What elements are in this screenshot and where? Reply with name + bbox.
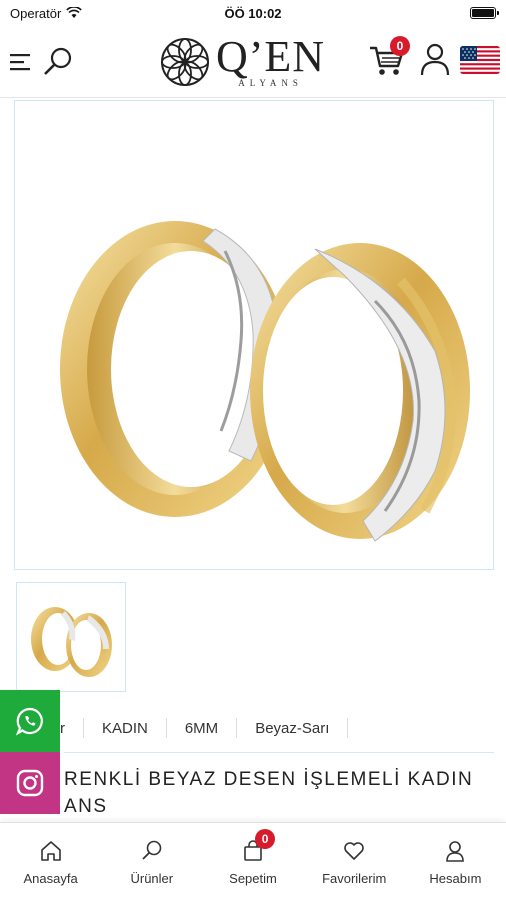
status-time: ÖÖ 10:02 bbox=[224, 5, 282, 21]
tab-cart[interactable]: Sepetim 0 bbox=[202, 823, 303, 900]
tab-favorites[interactable]: Favorilerim bbox=[304, 823, 405, 900]
tab-label: Hesabım bbox=[429, 871, 482, 886]
logo-flower-icon bbox=[161, 38, 209, 86]
whatsapp-button[interactable] bbox=[0, 690, 60, 752]
search-icon bbox=[142, 840, 162, 860]
user-icon bbox=[446, 841, 465, 862]
instagram-button[interactable] bbox=[0, 752, 60, 814]
tab-label: Anasayfa bbox=[23, 871, 78, 886]
instagram-icon bbox=[16, 769, 44, 797]
menu-icon[interactable] bbox=[10, 50, 34, 74]
brand-logo[interactable]: Q’EN ALYANS bbox=[160, 34, 325, 90]
attribute-tag: Beyaz-Sarı bbox=[237, 718, 349, 738]
battery-icon bbox=[470, 7, 499, 19]
tab-account[interactable]: Hesabım bbox=[405, 823, 506, 900]
search-icon[interactable] bbox=[42, 46, 74, 78]
us-flag-icon[interactable] bbox=[460, 46, 500, 74]
tab-home[interactable]: Anasayfa bbox=[0, 823, 101, 900]
attribute-tag: 6MM bbox=[167, 718, 238, 738]
tab-products[interactable]: Ürünler bbox=[101, 823, 202, 900]
product-thumbnail[interactable] bbox=[16, 582, 126, 692]
tab-label: Sepetim bbox=[229, 871, 277, 886]
bottom-tab-bar: Anasayfa Ürünler Sepetim 0 Favorilerim H… bbox=[0, 822, 506, 900]
cart-count-badge: 0 bbox=[255, 829, 276, 849]
heart-icon bbox=[344, 842, 364, 860]
status-bar: Operatör ÖÖ 10:02 bbox=[0, 0, 506, 26]
attribute-tag: KADIN bbox=[84, 718, 167, 738]
logo-subtitle: ALYANS bbox=[238, 77, 303, 88]
whatsapp-icon bbox=[15, 707, 43, 736]
tab-label: Ürünler bbox=[130, 871, 174, 886]
home-icon bbox=[40, 841, 61, 861]
tab-label: Favorilerim bbox=[322, 871, 387, 886]
ring-thumbnail-image bbox=[31, 607, 112, 677]
product-attributes: r KADIN 6MM Beyaz-Sarı bbox=[0, 712, 506, 744]
user-icon[interactable] bbox=[420, 42, 450, 76]
logo-name: Q’EN bbox=[216, 31, 326, 81]
cart-badge: 0 bbox=[390, 36, 410, 56]
ring-pair-image bbox=[60, 221, 470, 542]
divider bbox=[64, 752, 494, 753]
product-title: RENKLİ BEYAZ DESEN İŞLEMELİ KADIN ANS bbox=[64, 769, 474, 817]
product-main-image[interactable] bbox=[14, 100, 494, 570]
app-header: Q’EN ALYANS 0 bbox=[0, 26, 506, 98]
